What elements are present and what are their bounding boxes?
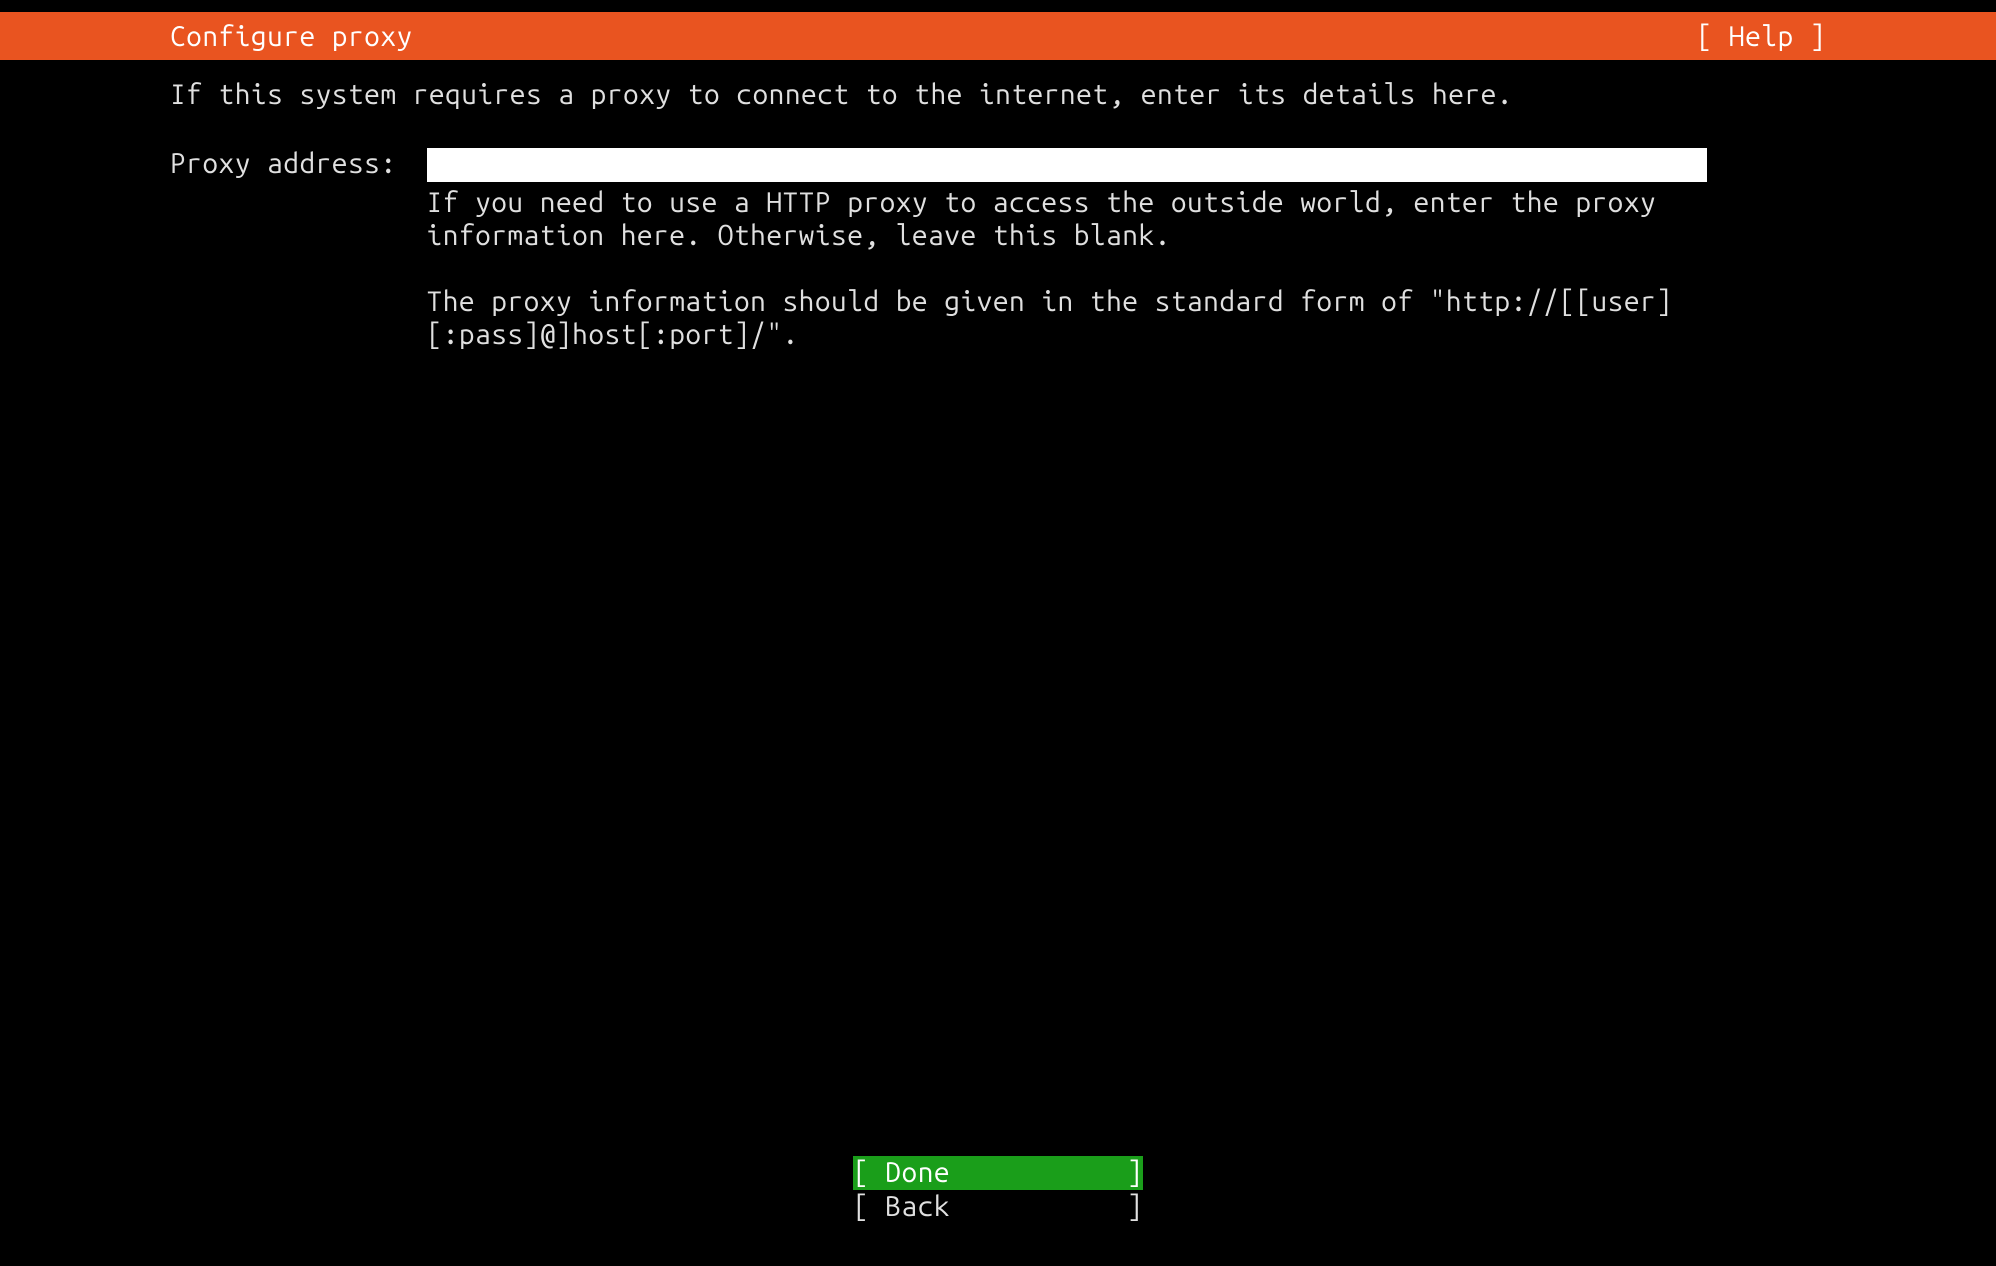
description-text: If this system requires a proxy to conne… [170, 78, 1826, 112]
header-bar: Configure proxy [ Help ] [0, 12, 1996, 60]
done-button-label: Done [885, 1156, 1126, 1190]
bracket-icon: [ [853, 1156, 885, 1190]
footer-buttons: [ Done ] [ Back ] [0, 1156, 1996, 1224]
proxy-input[interactable] [427, 148, 1707, 182]
back-button[interactable]: [ Back ] [853, 1190, 1143, 1224]
proxy-field-row: Proxy address: If you need to use a HTTP… [170, 148, 1826, 384]
done-button[interactable]: [ Done ] [853, 1156, 1143, 1190]
proxy-help-1: If you need to use a HTTP proxy to acces… [427, 186, 1707, 253]
proxy-help-2: The proxy information should be given in… [427, 285, 1707, 352]
bracket-icon: ] [1127, 1190, 1143, 1224]
content-area: If this system requires a proxy to conne… [0, 60, 1996, 384]
back-button-label: Back [885, 1190, 1126, 1224]
help-button[interactable]: [ Help ] [1697, 21, 1826, 52]
page-title: Configure proxy [170, 21, 413, 52]
bracket-icon: ] [1127, 1156, 1143, 1190]
proxy-label: Proxy address: [170, 148, 397, 179]
bracket-icon: [ [853, 1190, 885, 1224]
